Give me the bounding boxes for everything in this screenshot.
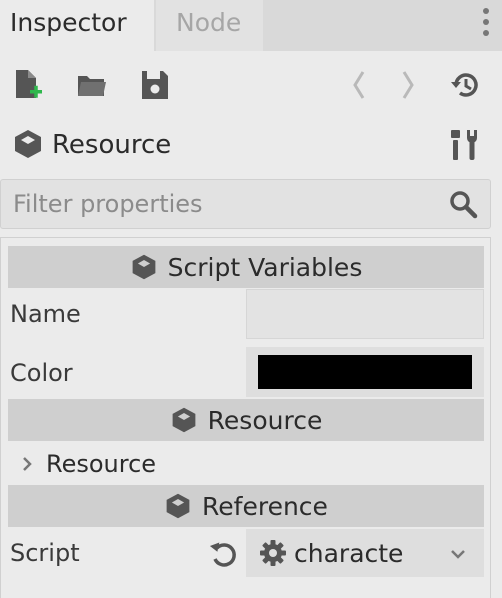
chevron-right-icon: [23, 457, 32, 471]
subgroup-label: Resource: [46, 450, 157, 478]
gear-icon: [260, 540, 286, 566]
property-label-name: Name: [10, 300, 81, 328]
section-title: Reference: [202, 491, 328, 521]
cube-icon: [12, 128, 44, 160]
chevron-down-icon: [451, 550, 465, 559]
back-arrow-icon[interactable]: [348, 68, 372, 110]
forward-arrow-icon[interactable]: [395, 68, 419, 110]
open-folder-icon[interactable]: [76, 68, 106, 102]
property-label-color: Color: [10, 359, 73, 387]
cube-icon: [172, 407, 196, 433]
history-icon[interactable]: [450, 68, 480, 102]
cube-icon: [132, 254, 156, 280]
search-icon: [449, 190, 479, 220]
filter-properties-field[interactable]: [0, 179, 491, 229]
tools-icon[interactable]: [448, 128, 480, 162]
filter-properties-input[interactable]: [13, 186, 433, 222]
section-resource: Resource: [8, 399, 484, 441]
section-title: Script Variables: [167, 252, 363, 282]
script-value: characte: [294, 538, 404, 568]
resource-title: Resource: [52, 130, 172, 160]
dock-menu-icon[interactable]: [478, 4, 494, 44]
color-swatch[interactable]: [258, 355, 472, 389]
name-input[interactable]: [246, 289, 484, 339]
section-reference: Reference: [8, 485, 484, 527]
revert-icon[interactable]: [208, 538, 240, 570]
property-label-script: Script: [10, 539, 80, 567]
resource-subgroup[interactable]: Resource: [8, 443, 484, 485]
new-resource-icon[interactable]: [14, 68, 44, 102]
tab-node[interactable]: Node: [156, 0, 263, 51]
cube-icon: [166, 493, 190, 519]
section-title: Resource: [207, 405, 323, 435]
tab-inspector[interactable]: Inspector: [0, 0, 154, 51]
section-script-variables: Script Variables: [8, 246, 484, 288]
script-dropdown[interactable]: characte: [246, 529, 484, 577]
save-icon[interactable]: [140, 68, 170, 102]
